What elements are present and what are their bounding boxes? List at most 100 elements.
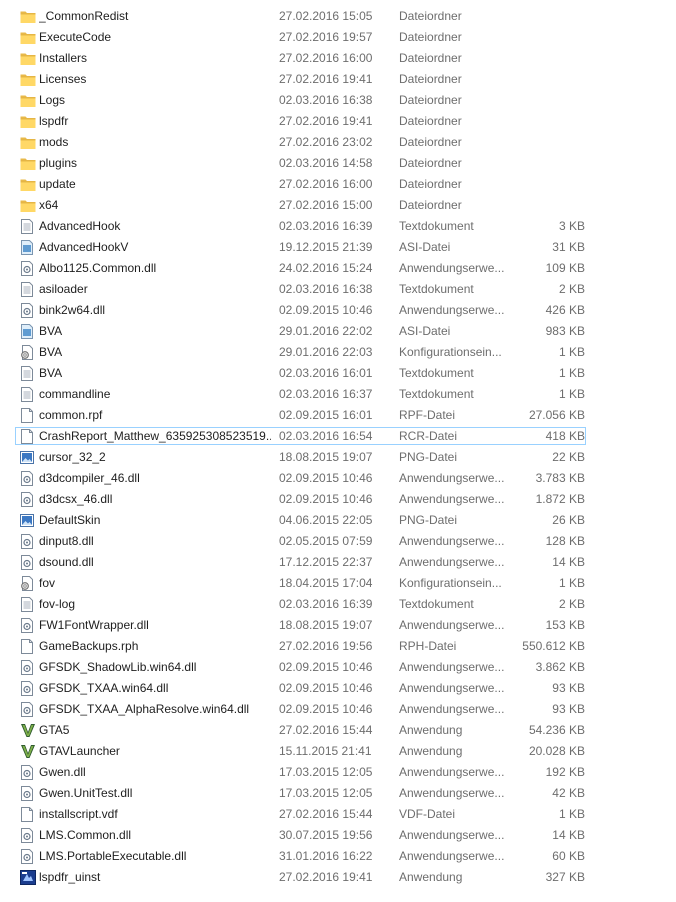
file-date-modified: 27.02.2016 19:57 [279,30,373,44]
file-date-modified: 27.02.2016 23:02 [279,135,373,149]
file-type: Dateiordner [399,72,462,86]
file-row[interactable]: CrashReport_Matthew_635925308523519... 0… [0,426,676,447]
file-name: LMS.PortableExecutable.dll [39,849,187,863]
file-name: GameBackups.rph [39,639,139,653]
file-row[interactable]: d3dcompiler_46.dll 02.09.2015 10:46 Anwe… [0,468,676,489]
file-type: Textdokument [399,282,474,296]
file-type: ASI-Datei [399,240,451,254]
file-date-modified: 27.02.2016 19:56 [279,639,373,653]
file-row[interactable]: lspdfr 27.02.2016 19:41 Dateiordner [0,111,676,132]
file-type: Textdokument [399,387,474,401]
file-date-modified: 29.01.2016 22:02 [279,324,373,338]
file-row[interactable]: asiloader 02.03.2016 16:38 Textdokument … [0,279,676,300]
file-row[interactable]: GFSDK_TXAA_AlphaResolve.win64.dll 02.09.… [0,699,676,720]
file-row[interactable]: dsound.dll 17.12.2015 22:37 Anwendungser… [0,552,676,573]
file-type: Dateiordner [399,177,462,191]
file-row[interactable]: d3dcsx_46.dll 02.09.2015 10:46 Anwendung… [0,489,676,510]
file-row[interactable]: GFSDK_TXAA.win64.dll 02.09.2015 10:46 An… [0,678,676,699]
file-date-modified: 27.02.2016 15:05 [279,9,373,23]
dll-icon [20,849,34,864]
file-type: Dateiordner [399,93,462,107]
file-row[interactable]: LMS.PortableExecutable.dll 31.01.2016 16… [0,846,676,867]
file-size: 1 KB [558,576,585,590]
file-type: Anwendung [399,744,463,758]
file-type: Anwendungserwe... [399,492,505,506]
file-row[interactable]: FW1FontWrapper.dll 18.08.2015 19:07 Anwe… [0,615,676,636]
file-row[interactable]: Licenses 27.02.2016 19:41 Dateiordner [0,69,676,90]
file-date-modified: 02.03.2016 16:39 [279,219,373,233]
file-row[interactable]: Gwen.dll 17.03.2015 12:05 Anwendungserwe… [0,762,676,783]
file-type: Konfigurationsein... [399,345,502,359]
file-date-modified: 04.06.2015 22:05 [279,513,373,527]
file-row[interactable]: cursor_32_2 18.08.2015 19:07 PNG-Datei 2… [0,447,676,468]
file-date-modified: 18.08.2015 19:07 [279,618,373,632]
file-size: 93 KB [552,681,585,695]
file-list[interactable]: _CommonRedist 27.02.2016 15:05 Dateiordn… [0,6,676,888]
file-row[interactable]: Albo1125.Common.dll 24.02.2016 15:24 Anw… [0,258,676,279]
file-row[interactable]: _CommonRedist 27.02.2016 15:05 Dateiordn… [0,6,676,27]
file-name: lspdfr_uinst [39,870,101,884]
file-date-modified: 02.03.2016 16:37 [279,387,373,401]
file-type: Anwendung [399,723,463,737]
file-name: Albo1125.Common.dll [39,261,157,275]
dll-icon [20,702,34,717]
asi-file-icon [20,240,34,255]
file-name: CrashReport_Matthew_635925308523519... [39,429,271,443]
file-date-modified: 27.02.2016 15:44 [279,807,373,821]
file-type: Dateiordner [399,51,462,65]
dll-icon [20,261,34,276]
file-row[interactable]: GTA5 27.02.2016 15:44 Anwendung 54.236 K… [0,720,676,741]
file-date-modified: 27.02.2016 19:41 [279,72,373,86]
file-row[interactable]: GFSDK_ShadowLib.win64.dll 02.09.2015 10:… [0,657,676,678]
file-date-modified: 02.03.2016 16:39 [279,597,373,611]
file-type: PNG-Datei [399,450,458,464]
text-document-icon [20,366,34,381]
file-size: 1 KB [558,366,585,380]
file-name: Logs [39,93,66,107]
file-row[interactable]: commandline 02.03.2016 16:37 Textdokumen… [0,384,676,405]
file-name: update [39,177,76,191]
file-row[interactable]: Gwen.UnitTest.dll 17.03.2015 12:05 Anwen… [0,783,676,804]
dll-icon [20,534,34,549]
file-row[interactable]: ExecuteCode 27.02.2016 19:57 Dateiordner [0,27,676,48]
folder-icon [20,156,36,171]
file-size: 983 KB [545,324,585,338]
file-row[interactable]: lspdfr_uinst 27.02.2016 19:41 Anwendung … [0,867,676,888]
file-row[interactable]: dinput8.dll 02.05.2015 07:59 Anwendungse… [0,531,676,552]
file-row[interactable]: update 27.02.2016 16:00 Dateiordner [0,174,676,195]
file-row[interactable]: fov-log 02.03.2016 16:39 Textdokument 2 … [0,594,676,615]
file-type: Textdokument [399,597,474,611]
file-row[interactable]: Installers 27.02.2016 16:00 Dateiordner [0,48,676,69]
file-row[interactable]: LMS.Common.dll 30.07.2015 19:56 Anwendun… [0,825,676,846]
file-row[interactable]: BVA 02.03.2016 16:01 Textdokument 1 KB [0,363,676,384]
file-row[interactable]: GameBackups.rph 27.02.2016 19:56 RPH-Dat… [0,636,676,657]
file-row[interactable]: bink2w64.dll 02.09.2015 10:46 Anwendungs… [0,300,676,321]
file-date-modified: 27.02.2016 19:41 [279,870,373,884]
file-row[interactable]: AdvancedHook 02.03.2016 16:39 Textdokume… [0,216,676,237]
file-row[interactable]: BVA 29.01.2016 22:02 ASI-Datei 983 KB [0,321,676,342]
file-type: Anwendungserwe... [399,471,505,485]
file-row[interactable]: Logs 02.03.2016 16:38 Dateiordner [0,90,676,111]
file-date-modified: 02.09.2015 10:46 [279,660,373,674]
file-name: Gwen.UnitTest.dll [39,786,133,800]
file-size: 3 KB [558,219,585,233]
text-document-icon [20,219,34,234]
file-row[interactable]: GTAVLauncher 15.11.2015 21:41 Anwendung … [0,741,676,762]
file-size: 2 KB [558,597,585,611]
file-row[interactable]: installscript.vdf 27.02.2016 15:44 VDF-D… [0,804,676,825]
file-date-modified: 15.11.2015 21:41 [279,744,372,758]
file-date-modified: 17.12.2015 22:37 [279,555,373,569]
file-date-modified: 29.01.2016 22:03 [279,345,373,359]
file-row[interactable]: plugins 02.03.2016 14:58 Dateiordner [0,153,676,174]
file-row[interactable]: fov 18.04.2015 17:04 Konfigurationsein..… [0,573,676,594]
file-row[interactable]: AdvancedHookV 19.12.2015 21:39 ASI-Datei… [0,237,676,258]
file-row[interactable]: x64 27.02.2016 15:00 Dateiordner [0,195,676,216]
file-row[interactable]: mods 27.02.2016 23:02 Dateiordner [0,132,676,153]
file-row[interactable]: common.rpf 02.09.2015 16:01 RPF-Datei 27… [0,405,676,426]
file-row[interactable]: DefaultSkin 04.06.2015 22:05 PNG-Datei 2… [0,510,676,531]
file-row[interactable]: BVA 29.01.2016 22:03 Konfigurationsein..… [0,342,676,363]
gta-v-icon [20,723,35,738]
file-type: Konfigurationsein... [399,576,502,590]
blank-file-icon [20,807,34,822]
dll-icon [20,555,34,570]
